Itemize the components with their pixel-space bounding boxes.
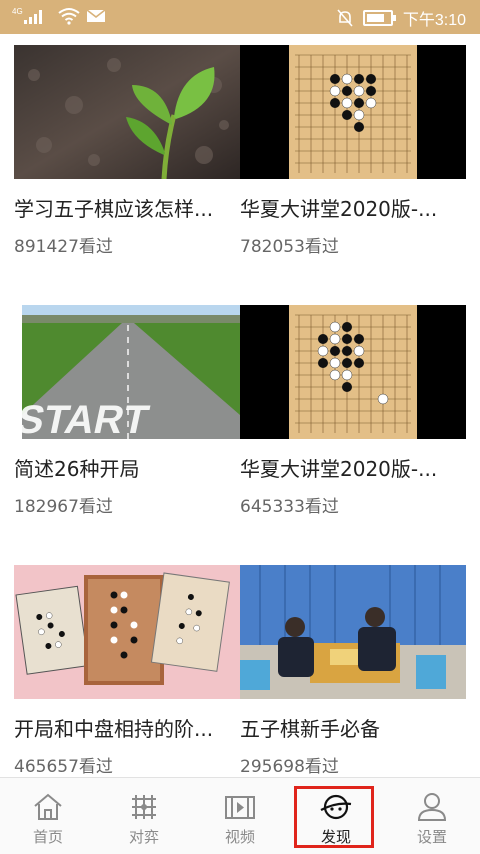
view-count: 182967看过: [14, 497, 113, 517]
home-icon: [34, 793, 62, 820]
tab-label: 视频: [224, 828, 255, 846]
video-card[interactable]: 华夏大讲堂2020版-... 645333看过: [240, 305, 466, 517]
tab-label: 对弈: [128, 828, 159, 846]
svg-text:START: START: [14, 396, 153, 439]
bottom-tab-bar: 首页 对弈 视频 发现 设置: [0, 777, 480, 854]
video-title[interactable]: 五子棋新手必备: [240, 713, 466, 742]
video-title[interactable]: 开局和中盘相持的阶...: [14, 713, 240, 742]
mail-icon: [86, 9, 106, 22]
video-card[interactable]: 五子棋新手必备 295698看过: [240, 565, 466, 777]
view-count: 891427看过: [14, 237, 113, 257]
video-title[interactable]: 简述26种开局: [14, 453, 240, 482]
video-thumbnail-three-boards[interactable]: [14, 565, 240, 699]
person-icon: [417, 793, 447, 821]
video-thumbnail-seedling[interactable]: [14, 45, 240, 179]
status-bar: 4G 下午3:10: [0, 0, 480, 34]
mute-bell-icon: [337, 9, 353, 27]
video-card[interactable]: START 简述26种开局 182967看过: [14, 305, 240, 517]
video-title[interactable]: 华夏大讲堂2020版-...: [240, 193, 466, 222]
tab-play[interactable]: 对弈: [96, 778, 192, 854]
view-count: 645333看过: [240, 497, 339, 517]
video-icon: [225, 796, 255, 819]
tab-label: 设置: [416, 828, 447, 846]
video-card[interactable]: 学习五子棋应该怎样... 891427看过: [14, 45, 240, 257]
tab-label: 首页: [32, 828, 63, 846]
view-count: 295698看过: [240, 757, 339, 777]
video-card[interactable]: 开局和中盘相持的阶... 465657看过: [14, 565, 240, 777]
battery-icon: [362, 10, 396, 26]
video-thumbnail-start-road[interactable]: START: [14, 305, 240, 439]
tab-settings[interactable]: 设置: [384, 778, 480, 854]
video-thumbnail-board[interactable]: [240, 45, 466, 179]
video-thumbnail-players-table[interactable]: [240, 565, 466, 699]
tab-home[interactable]: 首页: [0, 778, 96, 854]
tab-video[interactable]: 视频: [192, 778, 288, 854]
board-grid-icon: [132, 795, 156, 819]
video-title[interactable]: 学习五子棋应该怎样...: [14, 193, 240, 222]
status-time: 下午3:10: [402, 12, 466, 29]
wifi-icon: [58, 8, 80, 25]
active-tab-highlight: [294, 786, 374, 848]
network-type: 4G: [12, 7, 23, 16]
video-card[interactable]: 华夏大讲堂2020版-... 782053看过: [240, 45, 466, 257]
signal-icon: 4G: [12, 7, 42, 24]
video-title[interactable]: 华夏大讲堂2020版-...: [240, 453, 466, 482]
view-count: 465657看过: [14, 757, 113, 777]
video-thumbnail-board[interactable]: [240, 305, 466, 439]
view-count: 782053看过: [240, 237, 339, 257]
